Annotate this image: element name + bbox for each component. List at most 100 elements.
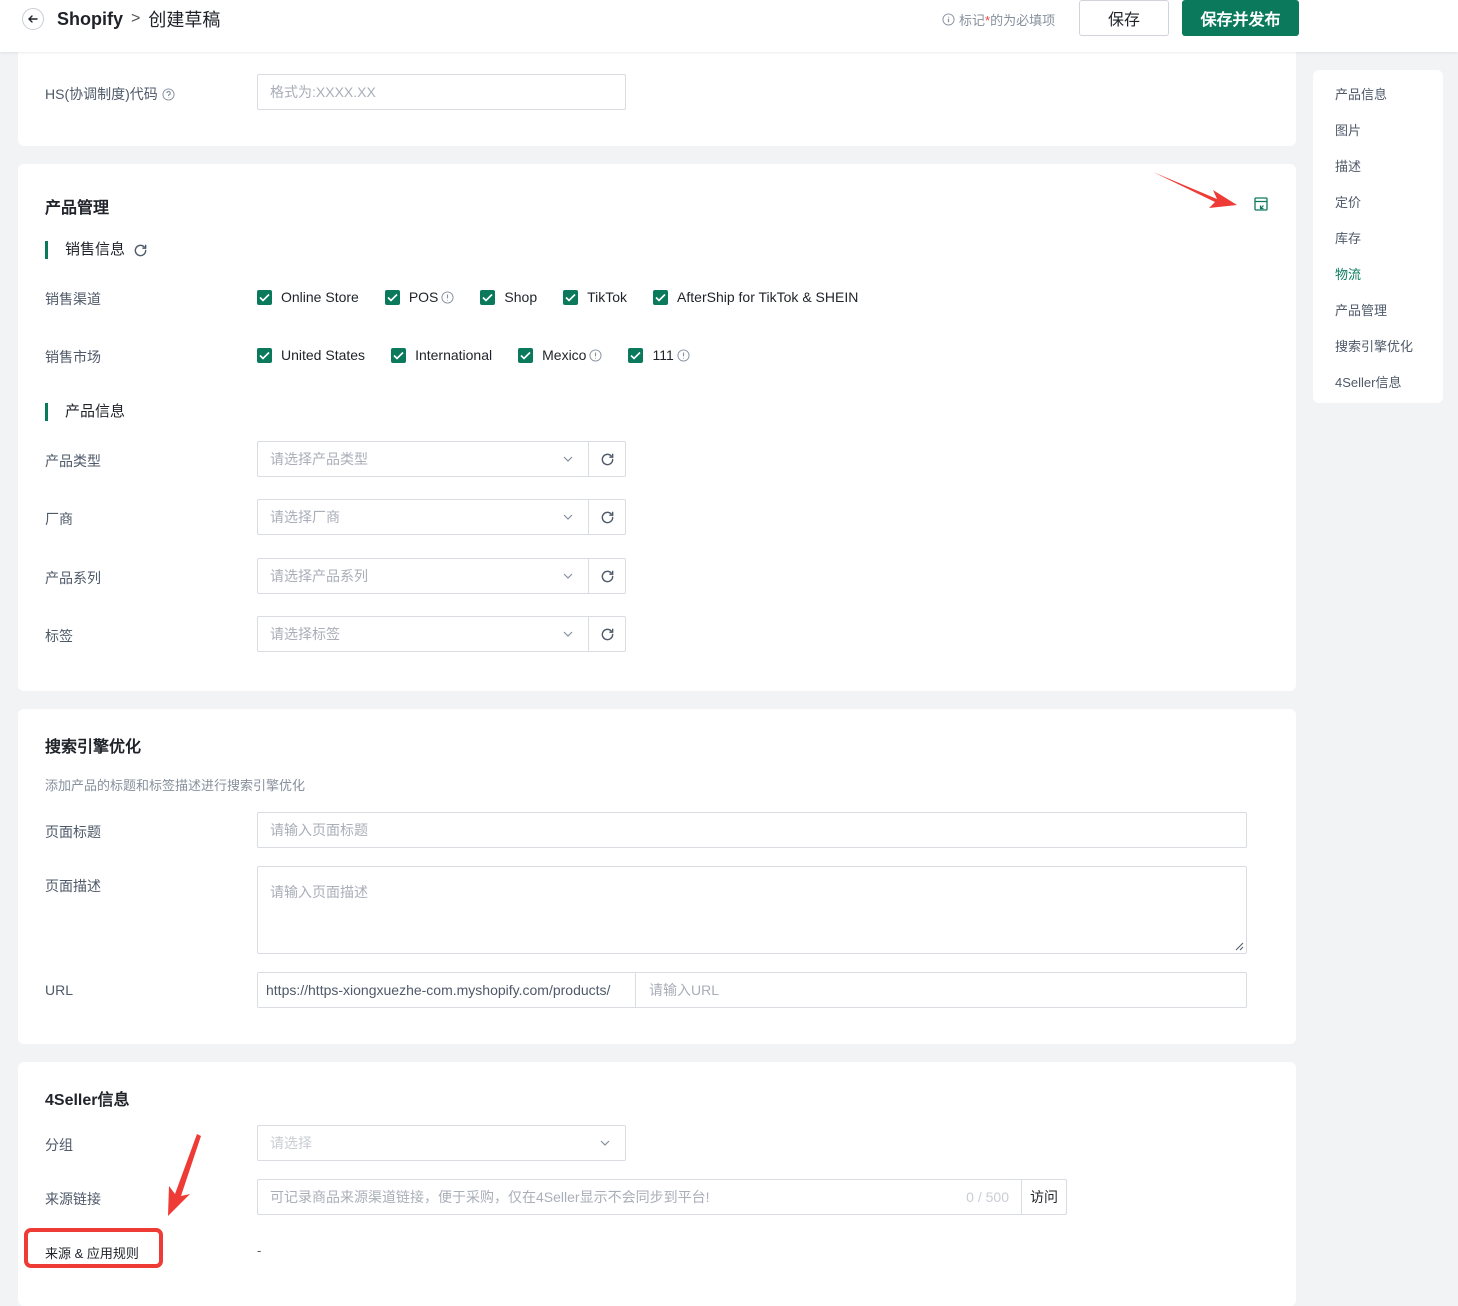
checkbox-checked-icon <box>518 347 534 363</box>
collection-select-group: 请选择产品系列 <box>257 558 626 594</box>
vendor-select-group: 请选择厂商 <box>257 499 626 535</box>
channel-checkbox-pos[interactable]: POS <box>384 289 455 305</box>
sales-info-heading: 销售信息 <box>45 241 148 259</box>
channel-checkbox-online-store[interactable]: Online Store <box>257 289 359 305</box>
breadcrumb-separator: > <box>131 10 141 27</box>
source-link-group: 可记录商品来源渠道链接，便于采购，仅在4Seller显示不会同步到平台! 0 /… <box>257 1179 1067 1215</box>
refresh-icon <box>601 570 613 582</box>
page-description-label: 页面描述 <box>45 878 101 894</box>
vendor-refresh-button[interactable] <box>589 499 626 535</box>
char-counter: 0 / 500 <box>966 1189 1009 1205</box>
sales-channels-label: 销售渠道 <box>45 291 101 307</box>
nav-item-images[interactable]: 图片 <box>1335 120 1361 139</box>
chevron-down-icon <box>563 456 573 462</box>
collection-label: 产品系列 <box>45 570 101 586</box>
info-icon[interactable] <box>441 290 454 304</box>
channel-checkbox-aftership[interactable]: AfterShip for TikTok & SHEIN <box>653 289 858 305</box>
top-header: Shopify > 创建草稿 标记*的为必填项 保存 保存并发布 <box>0 0 1458 52</box>
product-management-title: 产品管理 <box>45 200 110 217</box>
page-title: 创建草稿 <box>148 10 221 30</box>
visit-button[interactable]: 访问 <box>1021 1180 1066 1214</box>
seo-card: 搜索引擎优化 添加产品的标题和标签描述进行搜索引擎优化 页面标题 请输入页面标题… <box>18 709 1296 1044</box>
group-label: 分组 <box>45 1137 73 1153</box>
nav-item-seo[interactable]: 搜索引擎优化 <box>1335 336 1413 355</box>
page-description-textarea[interactable]: 请输入页面描述 <box>257 866 1247 954</box>
save-button[interactable]: 保存 <box>1079 0 1169 36</box>
source-link-input[interactable]: 可记录商品来源渠道链接，便于采购，仅在4Seller显示不会同步到平台! 0 /… <box>258 1180 1021 1214</box>
tags-label: 标签 <box>45 628 73 644</box>
help-icon[interactable] <box>162 87 175 101</box>
sales-markets-label: 销售市场 <box>45 349 101 365</box>
vendor-label: 厂商 <box>45 511 73 527</box>
url-input-group: https://https-xiongxuezhe-com.myshopify.… <box>257 972 1247 1008</box>
nav-item-product-management[interactable]: 产品管理 <box>1335 300 1387 319</box>
seller-info-title: 4Seller信息 <box>45 1092 130 1109</box>
checkbox-checked-icon <box>563 289 579 305</box>
url-label: URL <box>45 982 74 998</box>
collection-refresh-button[interactable] <box>589 558 626 594</box>
info-icon[interactable] <box>677 348 690 362</box>
checkbox-checked-icon <box>257 289 272 305</box>
vendor-select[interactable]: 请选择厂商 <box>257 499 589 535</box>
checkbox-checked-icon <box>653 289 669 305</box>
refresh-icon <box>601 628 613 640</box>
url-input[interactable]: 请输入URL <box>636 973 1246 1007</box>
channel-checkbox-tiktok[interactable]: TikTok <box>563 289 627 305</box>
hs-code-label: HS(协调制度)代码 <box>45 84 175 104</box>
product-type-refresh-button[interactable] <box>589 441 626 477</box>
chevron-down-icon <box>563 631 573 637</box>
tags-select[interactable]: 请选择标签 <box>257 616 589 652</box>
product-type-select[interactable]: 请选择产品类型 <box>257 441 589 477</box>
refresh-icon <box>601 511 613 523</box>
chevron-down-icon <box>563 573 573 579</box>
back-button[interactable] <box>22 8 44 30</box>
market-checkbox-111[interactable]: 111 <box>628 347 690 363</box>
channel-checkbox-shop[interactable]: Shop <box>480 289 537 305</box>
checkbox-checked-icon <box>480 289 496 305</box>
collection-select[interactable]: 请选择产品系列 <box>257 558 589 594</box>
annotation-arrow-icon <box>1153 172 1237 208</box>
nav-item-logistics[interactable]: 物流 <box>1335 264 1361 283</box>
logistics-card: HS(协调制度)代码 格式为:XXXX.XX <box>18 42 1296 146</box>
tags-refresh-button[interactable] <box>589 616 626 652</box>
seo-description: 添加产品的标题和标签描述进行搜索引擎优化 <box>45 778 306 793</box>
collapse-panel-icon[interactable] <box>1254 197 1268 211</box>
nav-item-description[interactable]: 描述 <box>1335 156 1361 175</box>
nav-item-product-info[interactable]: 产品信息 <box>1335 84 1387 103</box>
source-link-label: 来源链接 <box>45 1191 101 1207</box>
product-info-heading: 产品信息 <box>45 403 125 421</box>
refresh-icon[interactable] <box>133 243 148 258</box>
url-prefix: https://https-xiongxuezhe-com.myshopify.… <box>258 973 636 1007</box>
market-checkbox-united-states[interactable]: United States <box>257 347 365 363</box>
breadcrumb: Shopify > 创建草稿 <box>57 6 220 32</box>
nav-item-inventory[interactable]: 库存 <box>1335 228 1361 247</box>
breadcrumb-app[interactable]: Shopify <box>57 9 123 30</box>
group-select[interactable]: 请选择 <box>257 1125 626 1161</box>
source-rules-value: - <box>257 1243 262 1258</box>
nav-item-pricing[interactable]: 定价 <box>1335 192 1361 211</box>
product-type-select-group: 请选择产品类型 <box>257 441 626 477</box>
refresh-icon <box>601 453 613 465</box>
sales-channels-group: Online Store POS Shop TikTok AfterShip f… <box>257 289 884 305</box>
info-icon[interactable] <box>589 348 603 362</box>
seller-info-card: 4Seller信息 分组 请选择 来源链接 可记录商品来源渠道链接，便于采购，仅… <box>18 1062 1296 1306</box>
page-title-label: 页面标题 <box>45 824 101 840</box>
market-checkbox-mexico[interactable]: Mexico <box>518 347 603 363</box>
annotation-arrow-down-icon <box>168 1134 201 1216</box>
nav-item-4seller-info[interactable]: 4Seller信息 <box>1335 372 1401 391</box>
save-and-publish-button[interactable]: 保存并发布 <box>1182 0 1299 36</box>
hs-code-input[interactable]: 格式为:XXXX.XX <box>257 74 626 110</box>
product-type-label: 产品类型 <box>45 453 101 469</box>
arrow-left-icon <box>28 15 38 23</box>
annotation-highlight-box <box>24 1228 163 1268</box>
info-icon <box>942 13 955 26</box>
page-title-input[interactable]: 请输入页面标题 <box>257 812 1247 848</box>
seo-title: 搜索引擎优化 <box>45 739 142 756</box>
checkbox-checked-icon <box>628 347 644 363</box>
section-anchor-nav: 产品信息 图片 描述 定价 库存 物流 产品管理 搜索引擎优化 4Seller信… <box>1313 70 1443 403</box>
checkbox-checked-icon <box>384 289 400 305</box>
market-checkbox-international[interactable]: International <box>391 347 492 363</box>
chevron-down-icon <box>563 514 573 520</box>
checkbox-checked-icon <box>391 347 407 363</box>
resize-handle-icon[interactable] <box>1234 941 1244 951</box>
